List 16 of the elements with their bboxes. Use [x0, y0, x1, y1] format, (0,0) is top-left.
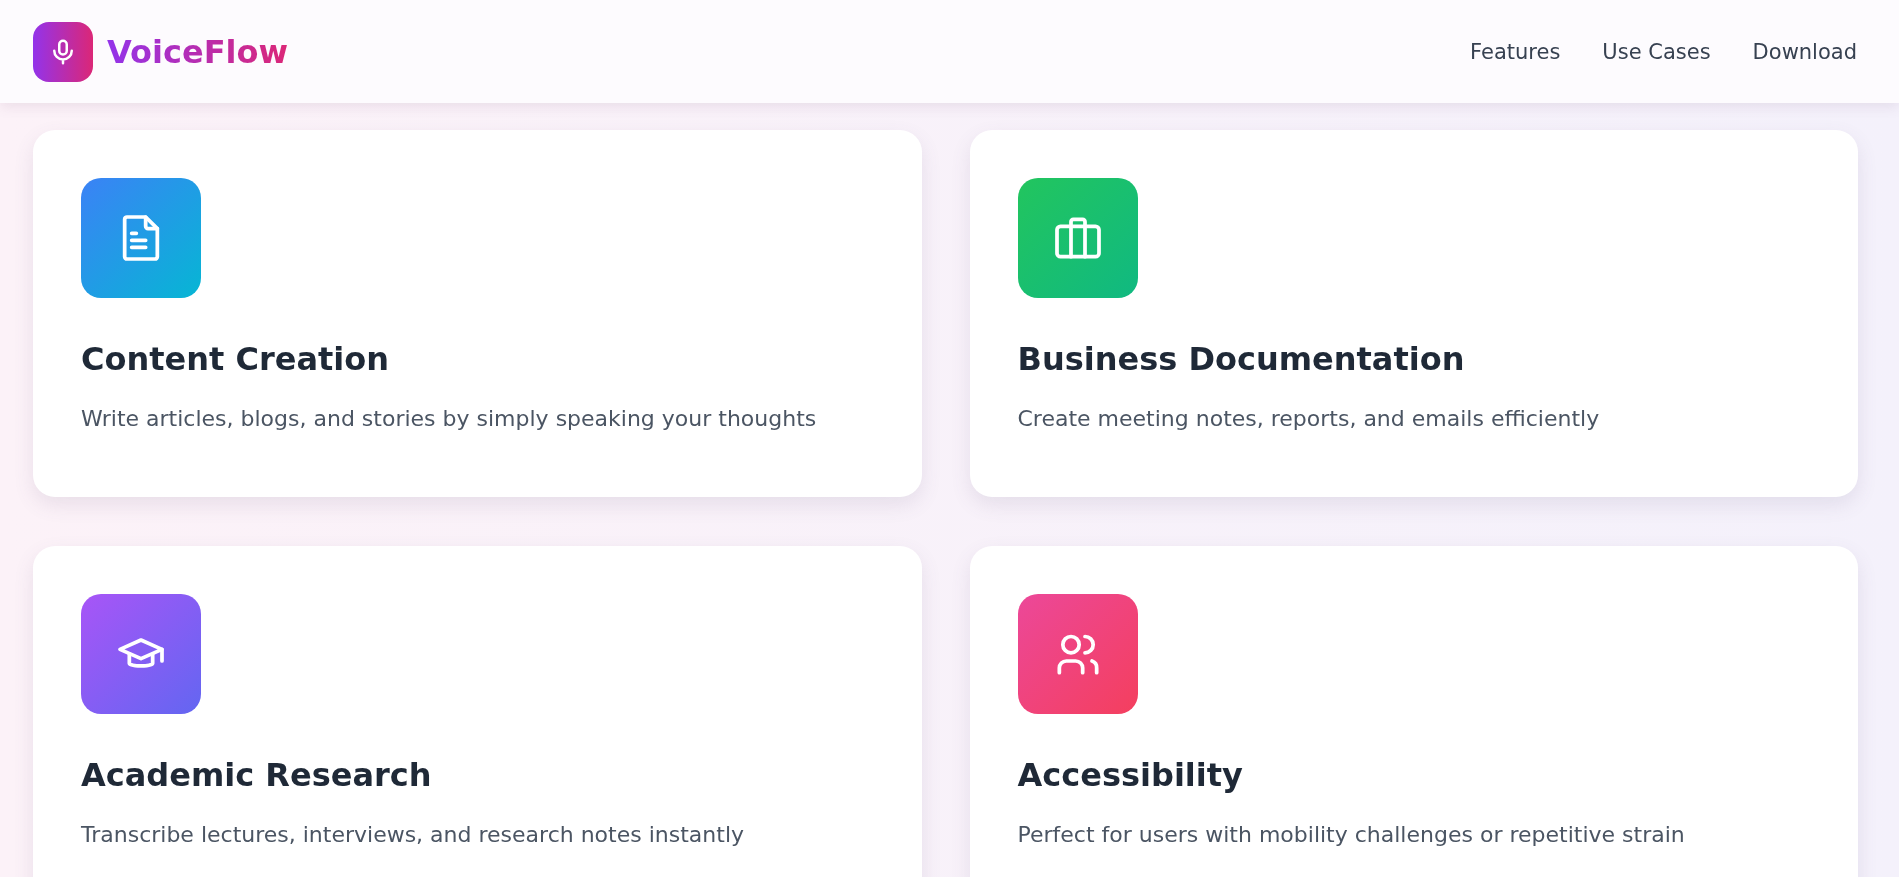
- nav-link[interactable]: Features: [1470, 39, 1561, 64]
- nav-link[interactable]: Download: [1752, 39, 1857, 64]
- card-description: Transcribe lectures, interviews, and research notes instantly: [81, 822, 745, 847]
- briefcase-icon: [1017, 178, 1138, 298]
- card-title: Content Creation: [81, 340, 391, 378]
- users-icon: [1017, 594, 1138, 714]
- card-title: Academic Research: [81, 756, 433, 794]
- card-title: Accessibility: [1017, 756, 1244, 794]
- card-description: Create meeting notes, reports, and emails efficiently: [1017, 406, 1601, 431]
- card-title: Business Documentation: [1017, 340, 1466, 378]
- document-icon: [81, 178, 201, 298]
- graduation-cap-icon: [81, 594, 201, 714]
- microphone-icon: [33, 21, 93, 82]
- card-description: Write articles, blogs, and stories by simply speaking your thoughts: [81, 406, 818, 431]
- card-description: Perfect for users with mobility challenges or repetitive strain: [1017, 822, 1686, 847]
- nav-link[interactable]: Use Cases: [1602, 39, 1711, 64]
